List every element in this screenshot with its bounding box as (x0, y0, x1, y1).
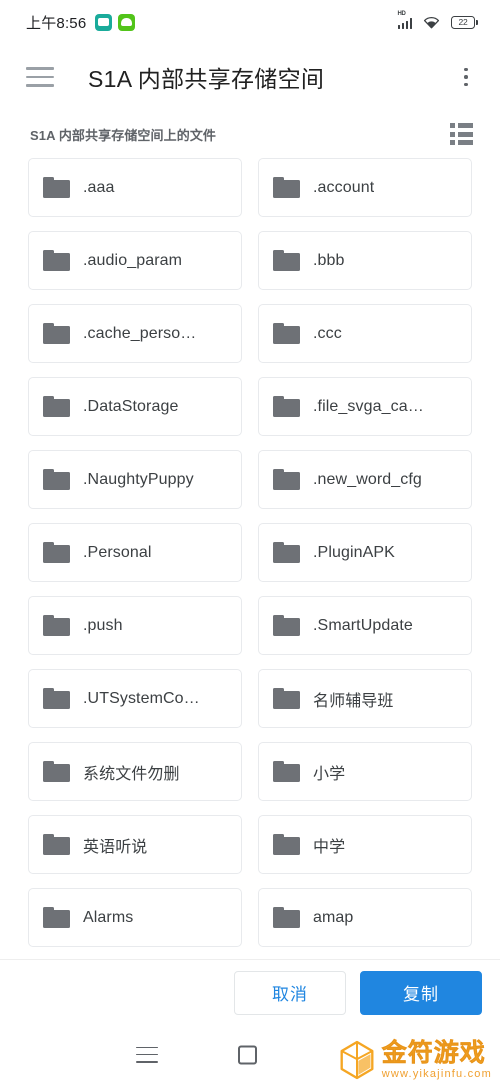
cancel-button[interactable]: 取消 (234, 970, 346, 1015)
folder-icon (273, 542, 300, 563)
status-bar: 上午8:56 HD 22 (0, 0, 500, 44)
folder-icon (273, 323, 300, 344)
folder-icon (273, 396, 300, 417)
folder-icon (43, 907, 70, 928)
file-grid: .aaa .account .audio_param .bbb .cache_perso… (28, 158, 472, 947)
system-nav-bar (0, 1025, 500, 1084)
folder-icon (273, 688, 300, 709)
file-card[interactable]: .NaughtyPuppy (28, 450, 242, 509)
file-card[interactable]: .Personal (28, 523, 242, 582)
page-title: S1A 内部共享存储空间 (88, 66, 325, 92)
file-name-label: 小学 (313, 765, 346, 783)
file-card[interactable]: .audio_param (28, 231, 242, 290)
folder-icon (43, 615, 70, 636)
more-vertical-icon[interactable] (452, 62, 480, 92)
folder-icon (273, 177, 300, 198)
file-name-label: .push (83, 616, 123, 634)
folder-icon (43, 323, 70, 344)
status-bar-app-icons (95, 13, 136, 31)
sub-header: S1A 内部共享存储空间上的文件 (0, 110, 500, 158)
file-name-label: 名师辅导班 (313, 692, 394, 710)
folder-icon (273, 761, 300, 782)
file-name-label: 系统文件勿删 (83, 765, 180, 783)
folder-icon (43, 761, 70, 782)
file-card[interactable]: .cache_perso… (28, 304, 242, 363)
file-name-label: .UTSystemCo… (83, 689, 200, 707)
file-card[interactable]: .UTSystemCo… (28, 669, 242, 728)
file-card[interactable]: 英语听说 (28, 815, 242, 874)
file-name-label: .new_word_cfg (313, 470, 422, 488)
file-card[interactable]: 小学 (258, 742, 472, 801)
file-name-label: .DataStorage (83, 397, 179, 415)
file-card[interactable]: .SmartUpdate (258, 596, 472, 655)
app-bar: S1A 内部共享存储空间 (0, 44, 500, 110)
battery-icon: 22 (451, 15, 478, 29)
folder-icon (43, 177, 70, 198)
file-name-label: .SmartUpdate (313, 616, 413, 634)
hd-label: HD (397, 11, 406, 17)
action-bar: 取消 复制 (0, 959, 500, 1025)
file-name-label: 英语听说 (83, 838, 148, 856)
folder-icon (43, 834, 70, 855)
file-card[interactable]: Alarms (28, 888, 242, 947)
folder-icon (273, 907, 300, 928)
file-grid-scroll-area[interactable]: .aaa .account .audio_param .bbb .cache_perso… (0, 158, 500, 959)
file-name-label: .aaa (83, 178, 115, 196)
status-bar-indicators: HD 22 (397, 11, 478, 29)
folder-icon (273, 250, 300, 271)
file-card[interactable]: 名师辅导班 (258, 669, 472, 728)
file-name-label: .NaughtyPuppy (83, 470, 194, 488)
file-card[interactable]: 系统文件勿删 (28, 742, 242, 801)
file-name-label: amap (313, 908, 354, 926)
file-card[interactable]: .bbb (258, 231, 472, 290)
file-card[interactable]: .file_svga_ca… (258, 377, 472, 436)
status-bar-clock: 上午8:56 (26, 14, 87, 32)
hamburger-menu-icon[interactable] (26, 62, 56, 92)
file-name-label: .audio_param (83, 251, 183, 269)
folder-icon (273, 834, 300, 855)
copy-button[interactable]: 复制 (360, 970, 482, 1015)
folder-icon (43, 688, 70, 709)
file-card[interactable]: .DataStorage (28, 377, 242, 436)
file-name-label: 中学 (313, 838, 346, 856)
wifi-icon (423, 16, 440, 28)
file-card[interactable]: .push (28, 596, 242, 655)
file-name-label: .cache_perso… (83, 324, 197, 342)
file-card[interactable]: .account (258, 158, 472, 217)
file-name-label: Alarms (83, 908, 134, 926)
file-card[interactable]: amap (258, 888, 472, 947)
home-square-icon[interactable] (238, 1045, 257, 1064)
file-card[interactable]: 中学 (258, 815, 472, 874)
folder-icon (43, 250, 70, 271)
file-name-label: .Personal (83, 543, 152, 561)
file-name-label: .bbb (313, 251, 345, 269)
battery-level-label: 22 (458, 17, 468, 27)
green-app-icon (118, 13, 136, 31)
teal-app-icon (95, 13, 113, 31)
folder-icon (43, 542, 70, 563)
folder-icon (43, 396, 70, 417)
file-card[interactable]: .PluginAPK (258, 523, 472, 582)
file-card[interactable]: .aaa (28, 158, 242, 217)
file-name-label: .PluginAPK (313, 543, 395, 561)
file-name-label: .ccc (313, 324, 342, 342)
file-card[interactable]: .ccc (258, 304, 472, 363)
phone-screen: 上午8:56 HD 22 S1A 内部共享存储空间 S1A 内部共享存储空间上的… (0, 0, 500, 1084)
file-name-label: .file_svga_ca… (313, 397, 424, 415)
list-view-icon[interactable] (450, 123, 476, 145)
sub-header-label: S1A 内部共享存储空间上的文件 (30, 127, 217, 143)
signal-bars-icon: HD (397, 11, 412, 29)
file-card[interactable]: .new_word_cfg (258, 450, 472, 509)
file-name-label: .account (313, 178, 375, 196)
folder-icon (43, 469, 70, 490)
folder-icon (273, 615, 300, 636)
folder-icon (273, 469, 300, 490)
recents-menu-icon[interactable] (136, 1046, 158, 1063)
